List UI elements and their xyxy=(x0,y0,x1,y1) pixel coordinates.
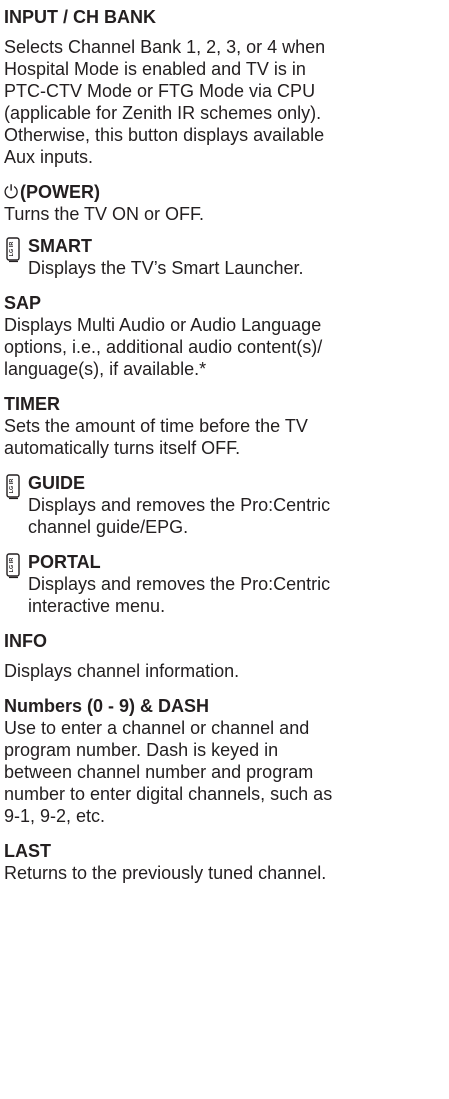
entry-last: LAST Returns to the previously tuned cha… xyxy=(4,840,449,884)
entry-desc-line: Selects Channel Bank 1, 2, 3, or 4 when xyxy=(4,37,326,57)
lg-ir-icon-label: LG IR xyxy=(9,242,15,257)
entry-desc-line: automatically turns itself OFF. xyxy=(4,438,241,458)
entry-title: LAST xyxy=(4,841,51,861)
lg-ir-icon-label: LG IR xyxy=(9,558,15,573)
entry-title: TIMER xyxy=(4,394,60,414)
entry-desc-line: 9-1, 9-2, etc. xyxy=(4,806,106,826)
entry-desc-line: Sets the amount of time before the TV xyxy=(4,416,308,436)
entry-desc-line: between channel number and program xyxy=(4,762,314,782)
entry-numbers-dash: Numbers (0 - 9) & DASH Use to enter a ch… xyxy=(4,695,449,827)
entry-info: INFO Displays channel information. xyxy=(4,630,449,682)
entry-title: ⏻(POWER) xyxy=(4,181,449,203)
entry-desc-line: Hospital Mode is enabled and TV is in xyxy=(4,59,306,79)
manual-page: INPUT / CH BANK Selects Channel Bank 1, … xyxy=(0,0,449,1099)
entry-desc-line: Use to enter a channel or channel and xyxy=(4,718,310,738)
entry-desc-line: Displays Multi Audio or Audio Language xyxy=(4,315,322,335)
entry-guide: LG IR GUIDE Displays and removes the Pro… xyxy=(4,472,449,538)
entry-desc-line: Displays channel information. xyxy=(4,661,240,681)
entry-title: SMART xyxy=(28,236,92,256)
entry-desc-line: PTC-CTV Mode or FTG Mode via CPU xyxy=(4,81,316,101)
entry-desc-line: language(s), if available.* xyxy=(4,359,207,379)
entry-input-ch-bank: INPUT / CH BANK Selects Channel Bank 1, … xyxy=(4,6,449,168)
entry-desc-line: Displays and removes the Pro:Centric xyxy=(28,495,331,515)
entry-desc-line: program number. Dash is keyed in xyxy=(4,740,279,760)
entry-desc-line: Displays and removes the Pro:Centric xyxy=(28,574,331,594)
entry-desc-line: Displays the TV’s Smart Launcher. xyxy=(28,258,304,278)
entry-desc-line: Turns the TV ON or OFF. xyxy=(4,204,205,224)
entry-desc-line: interactive menu. xyxy=(28,596,166,616)
entry-desc-line: Aux inputs. xyxy=(4,147,94,167)
entry-desc-line: options, i.e., additional audio content(… xyxy=(4,337,323,357)
entry-title-text: (POWER) xyxy=(20,182,100,202)
entry-desc-line: number to enter digital channels, such a… xyxy=(4,784,333,804)
entry-title: INFO xyxy=(4,631,47,651)
entry-desc-line: (applicable for Zenith IR schemes only). xyxy=(4,103,322,123)
entry-desc-line: Returns to the previously tuned channel. xyxy=(4,863,327,883)
power-icon: ⏻ xyxy=(4,182,19,202)
lg-ir-icon: LG IR xyxy=(6,474,20,500)
lg-ir-icon: LG IR xyxy=(6,553,20,579)
entry-power: ⏻(POWER) Turns the TV ON or OFF. xyxy=(4,181,449,225)
lg-ir-icon: LG IR xyxy=(6,237,20,263)
entry-title: GUIDE xyxy=(28,473,86,493)
entry-title: Numbers (0 - 9) & DASH xyxy=(4,696,210,716)
entry-desc-line: channel guide/EPG. xyxy=(28,517,189,537)
entry-desc-line: Otherwise, this button displays availabl… xyxy=(4,125,325,145)
entry-smart: LG IR SMART Displays the TV’s Smart Laun… xyxy=(4,235,449,279)
entry-timer: TIMER Sets the amount of time before the… xyxy=(4,393,449,459)
entry-portal: LG IR PORTAL Displays and removes the Pr… xyxy=(4,551,449,617)
entry-sap: SAP Displays Multi Audio or Audio Langua… xyxy=(4,292,449,380)
entry-title: INPUT / CH BANK xyxy=(4,7,156,27)
entry-title: PORTAL xyxy=(28,552,101,572)
lg-ir-icon-label: LG IR xyxy=(9,479,15,494)
entry-title: SAP xyxy=(4,293,42,313)
